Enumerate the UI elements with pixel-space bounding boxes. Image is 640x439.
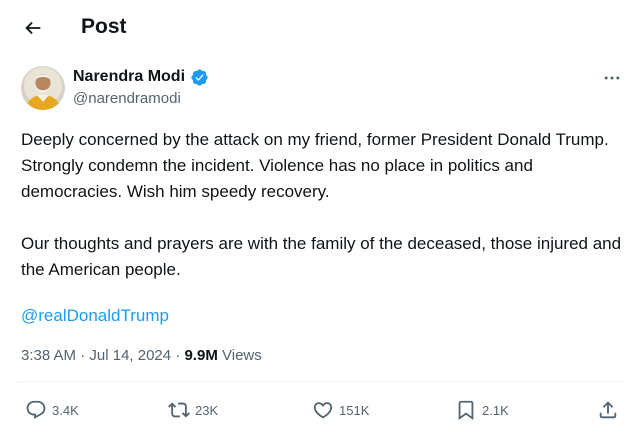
reply-icon [26,400,46,419]
post-page: Post Narendra Modi @narendramodi Deeply … [0,0,640,439]
reply-count: 3.4K [52,402,79,418]
page-title: Post [81,15,127,38]
repost-icon [168,402,190,418]
bookmark-icon [458,400,474,421]
verified-badge-icon [191,68,208,86]
action-bar: 3.4K 23K 151K 2.1K [0,397,640,423]
views-label: Views [222,347,262,364]
post-header: Post [0,0,640,54]
more-horizontal-icon [604,76,620,80]
repost-button[interactable]: 23K [168,397,218,423]
divider [18,381,626,382]
reply-button[interactable]: 3.4K [25,397,79,423]
bookmark-button[interactable]: 2.1K [455,397,509,423]
meta-separator: · [80,347,86,364]
post-text: Deeply concerned by the attack on my fri… [21,127,626,283]
bookmark-count: 2.1K [482,402,509,418]
author-name[interactable]: Narendra Modi [73,67,185,87]
mention-link[interactable]: @realDonaldTrump [21,304,169,328]
heart-icon [313,402,333,419]
more-options-button[interactable] [600,66,624,90]
avatar[interactable] [21,66,65,110]
arrow-left-icon [25,21,41,35]
back-button[interactable] [18,13,48,43]
share-button[interactable] [597,397,619,423]
share-icon [599,401,617,419]
repost-count: 23K [195,402,219,418]
views-count: 9.9M [184,347,218,364]
author-handle[interactable]: @narendramodi [73,89,181,109]
post-meta: 3:38 AM · Jul 14, 2024 · 9.9M Views [21,345,262,367]
author-name-row: Narendra Modi [73,67,209,87]
post-date[interactable]: Jul 14, 2024 [89,347,171,364]
meta-separator: · [175,347,181,364]
post-paragraph: Deeply concerned by the attack on my fri… [21,130,609,201]
post-paragraph: Our thoughts and prayers are with the fa… [21,234,622,279]
like-count: 151K [339,402,370,418]
post-time[interactable]: 3:38 AM [21,347,76,364]
like-button[interactable]: 151K [312,397,369,423]
